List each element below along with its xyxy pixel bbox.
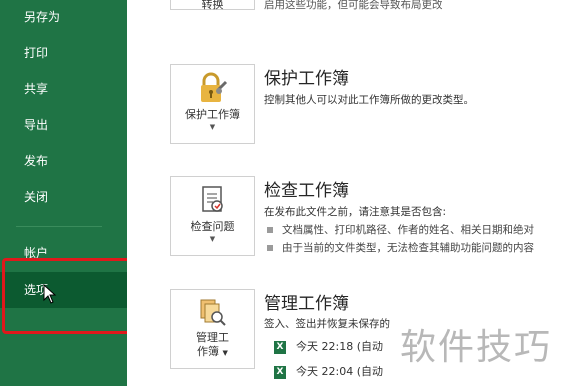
version-row[interactable]: X 今天 22:18 (自动 — [274, 338, 383, 354]
protect-workbook-tile[interactable]: 保护工作簿 ▼ — [170, 64, 255, 144]
lock-key-icon — [201, 72, 228, 102]
inspect-workbook-desc: 在发布此文件之前，请注意其是否包含: — [264, 206, 447, 218]
inspect-document-icon — [202, 186, 223, 212]
watermark-text: 软件技巧 — [400, 327, 553, 368]
manage-workbook-tile-label-2: 作簿 ▼ — [171, 345, 254, 360]
highlight-box — [2, 258, 146, 334]
excel-file-icon: X — [274, 365, 286, 379]
sidebar-item-close[interactable]: 关闭 — [0, 180, 127, 214]
excel-file-icon: X — [274, 340, 286, 354]
manage-workbook-tile[interactable]: 管理工 作簿 ▼ — [170, 289, 255, 369]
bullet-icon — [267, 227, 273, 233]
inspect-bullet-text: 由于当前的文件类型，无法检查其辅助功能问题的内容 — [282, 242, 534, 254]
version-label: 今天 22:18 (自动 — [296, 340, 383, 353]
check-issues-tile-label: 检查问题 — [190, 220, 235, 233]
chevron-down-icon: ▼ — [222, 349, 228, 357]
inspect-workbook-title: 检查工作簿 — [264, 181, 349, 201]
inspect-bullet-text: 文档属性、打印机路径、作者的姓名、相关日期和绝对 — [282, 224, 534, 236]
protect-workbook-title: 保护工作簿 — [264, 69, 349, 89]
protect-workbook-tile-label: 保护工作簿 — [185, 108, 240, 121]
manage-workbook-tile-label: 管理工 — [196, 331, 229, 344]
manage-versions-icon — [200, 299, 226, 326]
manage-workbook-desc: 签入、签出并恢复未保存的 — [264, 318, 390, 330]
manage-workbook-title: 管理工作簿 — [264, 294, 349, 314]
sidebar-item-export[interactable]: 导出 — [0, 108, 127, 142]
inspect-bullet: 由于当前的文件类型，无法检查其辅助功能问题的内容 — [267, 240, 534, 255]
manage-workbook-tile-label-text: 作簿 — [197, 345, 220, 358]
bullet-icon — [267, 245, 273, 251]
sidebar-item-share[interactable]: 共享 — [0, 72, 127, 106]
sidebar-item-save-as[interactable]: 另存为 — [0, 0, 127, 34]
sidebar-item-publish[interactable]: 发布 — [0, 144, 127, 178]
convert-desc: 启用这些功能，但可能会导致布局更改 — [264, 0, 443, 11]
chevron-down-icon: ▼ — [209, 123, 216, 131]
version-label: 今天 22:04 (自动 — [296, 365, 383, 378]
check-issues-tile[interactable]: 检查问题 ▼ — [170, 176, 255, 256]
convert-tile[interactable]: 转换 — [170, 0, 255, 11]
version-row[interactable]: X 今天 22:04 (自动 — [274, 363, 383, 379]
watermark: 软件技巧 — [392, 300, 562, 386]
chevron-down-icon: ▼ — [209, 235, 216, 243]
sidebar-divider — [16, 226, 102, 227]
inspect-bullet: 文档属性、打印机路径、作者的姓名、相关日期和绝对 — [267, 222, 534, 237]
convert-tile-label: 转换 — [201, 0, 224, 11]
protect-workbook-desc: 控制其他人可以对此工作簿所做的更改类型。 — [264, 94, 474, 106]
sidebar-item-print[interactable]: 打印 — [0, 36, 127, 70]
